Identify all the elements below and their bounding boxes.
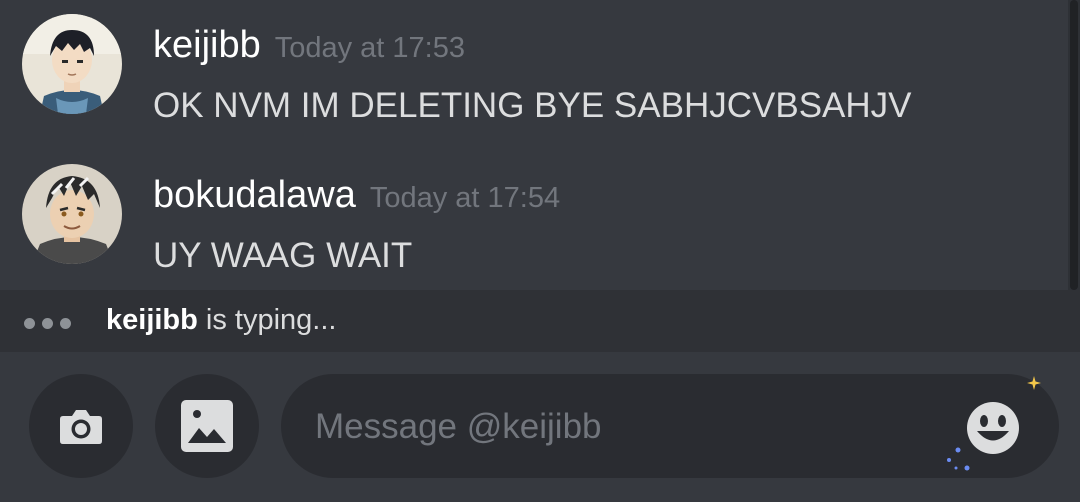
message-input-wrapper[interactable] [281, 374, 1059, 478]
message-text: UY WAAG WAIT [153, 236, 413, 275]
bokudalawa-avatar-image [22, 164, 122, 264]
camera-button[interactable] [29, 374, 133, 478]
image-button[interactable] [155, 374, 259, 478]
message-header: bokudalawa Today at 17:54 [153, 174, 560, 217]
message-text: OK NVM IM DELETING BYE SABHJCVBSAHJV [153, 86, 912, 125]
typing-suffix: is typing... [197, 304, 337, 336]
avatar[interactable] [22, 14, 122, 114]
emoji-button[interactable] [965, 400, 1021, 456]
typing-dots-icon [24, 316, 78, 329]
message-composer [0, 352, 1080, 502]
username[interactable]: keijibb [153, 24, 261, 66]
keijibb-avatar-image [22, 14, 122, 114]
emoji-icon [967, 402, 1019, 454]
message-input[interactable] [313, 396, 937, 458]
camera-icon [60, 410, 102, 444]
dm-chat-screen: keijibb Today at 17:53 OK NVM IM DELETING… [0, 0, 1080, 502]
sparkle-icon [947, 447, 970, 471]
message-item: bokudalawa Today at 17:54 UY WAAG WAIT [0, 164, 1060, 294]
typing-indicator: keijibb is typing... [0, 290, 1080, 352]
typing-text: keijibb is typing... [106, 304, 336, 337]
message-item: keijibb Today at 17:53 OK NVM IM DELETING… [0, 14, 1060, 144]
avatar[interactable] [22, 164, 122, 264]
scrollbar-thumb[interactable] [1070, 0, 1078, 290]
typing-user: keijibb [106, 304, 198, 336]
message-header: keijibb Today at 17:53 [153, 24, 465, 67]
image-icon [181, 400, 233, 452]
message-list[interactable]: keijibb Today at 17:53 OK NVM IM DELETING… [0, 0, 1080, 290]
scrollbar[interactable] [1068, 0, 1080, 290]
username[interactable]: bokudalawa [153, 174, 356, 216]
timestamp: Today at 17:53 [274, 32, 465, 64]
timestamp: Today at 17:54 [369, 182, 561, 214]
sparkle-icon [1027, 376, 1041, 390]
